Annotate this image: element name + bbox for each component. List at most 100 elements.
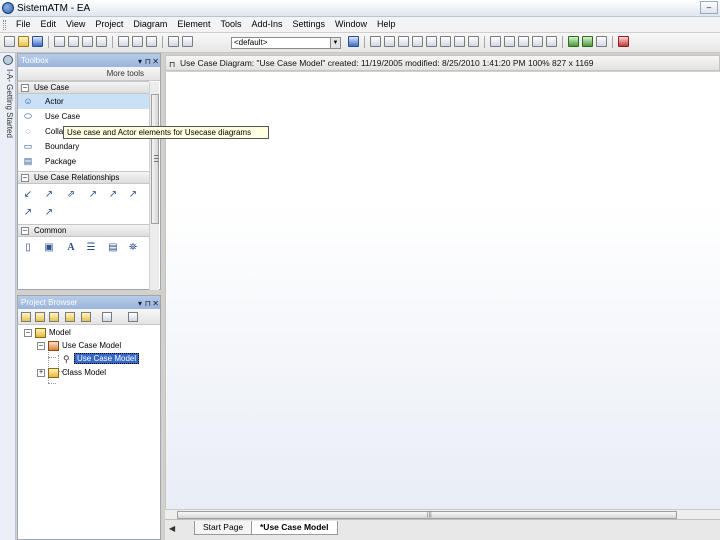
open-icon[interactable] bbox=[18, 36, 29, 47]
new-element-icon[interactable] bbox=[49, 312, 59, 322]
menu-file[interactable]: File bbox=[12, 19, 35, 29]
association-icon[interactable]: ↙ bbox=[23, 190, 33, 200]
include-icon[interactable]: ↗ bbox=[88, 190, 98, 200]
close-icon[interactable]: ✕ bbox=[152, 55, 159, 68]
text-icon[interactable]: A bbox=[66, 243, 76, 253]
invokes-icon[interactable]: ↗ bbox=[23, 208, 33, 218]
documentation-icon[interactable] bbox=[102, 312, 112, 322]
new-icon[interactable] bbox=[4, 36, 15, 47]
menu-diagram[interactable]: Diagram bbox=[129, 19, 171, 29]
tool-boundary[interactable]: ▭ Boundary bbox=[18, 139, 149, 154]
options-icon[interactable] bbox=[128, 312, 138, 322]
menu-add-ins[interactable]: Add-Ins bbox=[247, 19, 286, 29]
search-icon[interactable] bbox=[618, 36, 629, 47]
browser-icon[interactable] bbox=[596, 36, 607, 47]
new-diagram-icon[interactable] bbox=[35, 312, 45, 322]
menu-edit[interactable]: Edit bbox=[37, 19, 61, 29]
tool-actor-label: Actor bbox=[45, 97, 64, 106]
menu-tools[interactable]: Tools bbox=[216, 19, 245, 29]
minimize-icon[interactable]: – bbox=[700, 1, 718, 14]
redo-icon[interactable] bbox=[96, 36, 107, 47]
tab-start-page[interactable]: Start Page bbox=[194, 521, 253, 535]
common-tools: ▯ ▣ A ☰ ▤ ⛯ bbox=[18, 237, 149, 259]
text-icon[interactable] bbox=[412, 36, 423, 47]
tree-node-use-case-diagram[interactable]: ⚲ Use Case Model bbox=[63, 353, 140, 365]
element-grid-icon[interactable] bbox=[370, 36, 381, 47]
pin-icon[interactable]: ⊓ bbox=[145, 55, 151, 68]
chevron-down-icon[interactable]: ▼ bbox=[330, 38, 340, 48]
menu-grip[interactable] bbox=[3, 20, 6, 30]
align-icon[interactable] bbox=[398, 36, 409, 47]
same-size-icon[interactable] bbox=[532, 36, 543, 47]
tool-actor[interactable]: ☺ Actor bbox=[18, 94, 149, 109]
copy-icon[interactable] bbox=[118, 36, 129, 47]
legend-icon[interactable]: ▤ bbox=[108, 243, 118, 253]
hyperlink-icon[interactable]: ☰ bbox=[86, 243, 96, 253]
tab-scroll-left-icon[interactable]: ◀ bbox=[169, 524, 175, 533]
note-icon[interactable]: ▯ bbox=[23, 243, 33, 253]
generalization-icon[interactable]: ⇗ bbox=[66, 190, 76, 200]
realize-icon[interactable]: ↗ bbox=[128, 190, 138, 200]
tree-node-class-model[interactable]: + Class Model bbox=[37, 367, 106, 379]
collapse-icon[interactable]: – bbox=[21, 227, 29, 235]
properties-icon[interactable] bbox=[168, 36, 179, 47]
extend-icon[interactable]: ↗ bbox=[108, 190, 118, 200]
cut-icon[interactable] bbox=[68, 36, 79, 47]
collapse-icon[interactable]: – bbox=[21, 84, 29, 92]
tool-use-case[interactable]: ⬭ Use Case bbox=[18, 109, 149, 124]
tool-package[interactable]: ▤ Package bbox=[18, 154, 149, 169]
undo-icon[interactable] bbox=[82, 36, 93, 47]
layout-icon[interactable] bbox=[182, 36, 193, 47]
tree-package-label: Use Case Model bbox=[62, 341, 122, 350]
pin-icon[interactable]: ⊓ bbox=[169, 58, 175, 70]
save-icon[interactable] bbox=[32, 36, 43, 47]
forward-icon[interactable] bbox=[582, 36, 593, 47]
pin-icon[interactable] bbox=[3, 55, 13, 65]
group-icon[interactable] bbox=[546, 36, 557, 47]
expand-icon[interactable]: + bbox=[37, 368, 45, 377]
tab-use-case-model[interactable]: *Use Case Model bbox=[251, 521, 338, 535]
print-icon[interactable] bbox=[54, 36, 65, 47]
move-up-icon[interactable] bbox=[65, 312, 75, 322]
binoculars-icon[interactable] bbox=[81, 312, 91, 322]
printer-icon[interactable] bbox=[146, 36, 157, 47]
section-use-case[interactable]: – Use Case bbox=[18, 81, 149, 94]
more-tools-button[interactable]: More tools bbox=[18, 67, 160, 81]
dropdown-icon[interactable]: ▾ bbox=[138, 55, 142, 68]
image-icon[interactable]: ⛯ bbox=[128, 243, 138, 253]
align-right-icon[interactable] bbox=[518, 36, 529, 47]
note-icon[interactable] bbox=[440, 36, 451, 47]
menu-project[interactable]: Project bbox=[91, 19, 127, 29]
menu-help[interactable]: Help bbox=[373, 19, 400, 29]
toolbox-scroll-thumb[interactable] bbox=[151, 94, 159, 224]
diagram-icon[interactable] bbox=[384, 36, 395, 47]
constraint-icon[interactable]: ▣ bbox=[44, 243, 54, 253]
menu-window[interactable]: Window bbox=[331, 19, 371, 29]
profile-combo[interactable]: <default> ▼ bbox=[231, 37, 341, 49]
align-left-icon[interactable] bbox=[490, 36, 501, 47]
menu-view[interactable]: View bbox=[62, 19, 89, 29]
tree-node-model[interactable]: – Model bbox=[24, 327, 71, 339]
link-icon[interactable] bbox=[454, 36, 465, 47]
side-strip-text[interactable]: I-A- Getting Started bbox=[2, 69, 14, 138]
section-use-case-relationships[interactable]: – Use Case Relationships bbox=[18, 171, 149, 184]
new-package-icon[interactable] bbox=[21, 312, 31, 322]
back-icon[interactable] bbox=[568, 36, 579, 47]
globe-icon[interactable] bbox=[348, 36, 359, 47]
directed-association-icon[interactable]: ↗ bbox=[44, 190, 54, 200]
main-toolbar: <default> ▼ bbox=[0, 33, 720, 53]
list-icon[interactable] bbox=[426, 36, 437, 47]
align-center-icon[interactable] bbox=[504, 36, 515, 47]
menu-element[interactable]: Element bbox=[173, 19, 214, 29]
precedes-icon[interactable]: ↗ bbox=[44, 208, 54, 218]
collapse-icon[interactable]: – bbox=[37, 341, 45, 350]
diagram-scrollbar[interactable]: ||| bbox=[165, 509, 720, 519]
menu-settings[interactable]: Settings bbox=[289, 19, 330, 29]
collapse-icon[interactable]: – bbox=[24, 328, 32, 337]
tree-node-use-case-model[interactable]: – Use Case Model bbox=[37, 340, 121, 352]
connector-icon[interactable] bbox=[468, 36, 479, 47]
section-common[interactable]: – Common bbox=[18, 224, 149, 237]
paste-icon[interactable] bbox=[132, 36, 143, 47]
collapse-icon[interactable]: – bbox=[21, 174, 29, 182]
toolbox-scrollbar[interactable] bbox=[149, 82, 159, 290]
